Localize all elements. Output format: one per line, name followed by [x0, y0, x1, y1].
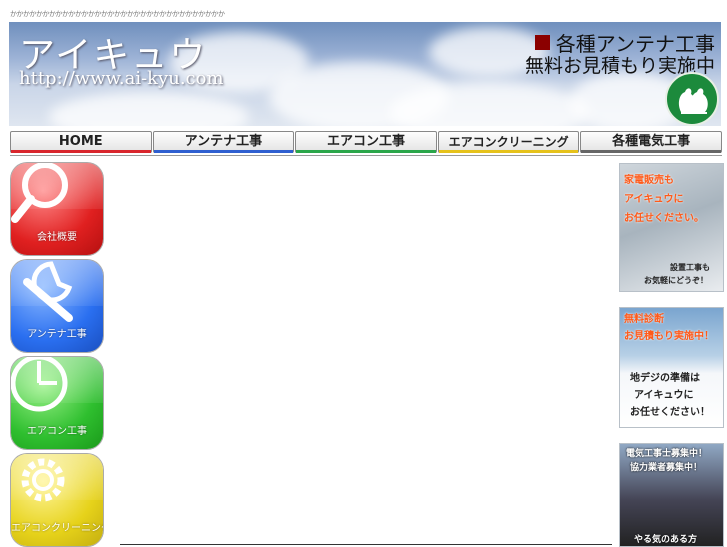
nav-underline [581, 150, 721, 153]
banner-text: 協力業者募集中！ [630, 463, 703, 473]
nav-label: 各種電気工事 [612, 134, 691, 149]
sidebar-item-label: 会社概要 [37, 232, 77, 243]
banner-digital-tv[interactable]: 無料診断 お見積もり実施中！ 地デジの準備は アイキュウに お任せください！ [619, 307, 724, 428]
nav-underline [438, 150, 579, 153]
top-note: かかかかかかかかかかかかかかかかかかかかかかかかかかかかかかかかか [10, 10, 225, 18]
nav-underline [296, 150, 436, 153]
banner-recruit[interactable]: 電気工事士募集中！ 協力業者募集中！ やる気のある方 [619, 443, 724, 547]
banner-text: 無料診断 [624, 314, 664, 325]
nav-label: HOME [58, 134, 103, 149]
banner-appliance-sales[interactable]: 家電販売も アイキュウに お任せください。 設置工事も お気軽にどうぞ！ [619, 163, 724, 292]
gloss [11, 357, 103, 403]
site-url: http://www.ai-kyu.com [19, 68, 224, 89]
banner-text: アイキュウに [634, 390, 694, 401]
gloss [11, 260, 103, 306]
banner-text: アイキュウに [624, 194, 684, 205]
banner-text: 家電販売も [624, 175, 674, 186]
sidebar-item-cleaning[interactable]: エアコンクリーニング [11, 454, 103, 546]
nav-home[interactable]: HOME [10, 131, 152, 153]
gloss [11, 163, 103, 209]
banner-text: お見積もり実施中！ [624, 331, 714, 342]
banner-text: お気軽にどうぞ！ [644, 276, 708, 285]
nav-label: エアコン工事 [326, 134, 405, 149]
header-banner: アイキュウ http://www.ai-kyu.com 各種アンテナ工事 無料お… [9, 22, 721, 126]
sidebar-item-label: エアコンクリーニング [11, 523, 103, 534]
nav-antenna[interactable]: アンテナ工事 [152, 131, 295, 153]
banner-text: 地デジの準備は [630, 373, 700, 384]
sidebar-item-company[interactable]: 会社概要 [11, 163, 103, 255]
banner-text: お任せください！ [630, 407, 710, 418]
promo-square [534, 35, 550, 50]
sidebar-item-label: エアコン工事 [27, 426, 87, 437]
nav-label: エアコンクリーニング [448, 135, 569, 149]
nav-underline [153, 150, 294, 153]
sidebar-item-aircon[interactable]: エアコン工事 [11, 357, 103, 449]
nav-aircon[interactable]: エアコン工事 [295, 131, 437, 153]
nav-aircon-cleaning[interactable]: エアコンクリーニング [437, 131, 580, 153]
banner-text: 設置工事も [670, 263, 710, 272]
nav-divider [10, 155, 722, 156]
gloss [11, 454, 103, 500]
two-birds-icon [665, 72, 719, 126]
banner-text: お任せください。 [624, 213, 704, 224]
nav-electric[interactable]: 各種電気工事 [580, 131, 722, 153]
sidebar-item-antenna[interactable]: アンテナ工事 [11, 260, 103, 352]
main-nav: HOME アンテナ工事 エアコン工事 エアコンクリーニング 各種電気工事 [10, 131, 722, 153]
nav-label: アンテナ工事 [184, 134, 263, 149]
nav-underline [11, 150, 151, 153]
sidebar-item-label: アンテナ工事 [27, 329, 87, 340]
